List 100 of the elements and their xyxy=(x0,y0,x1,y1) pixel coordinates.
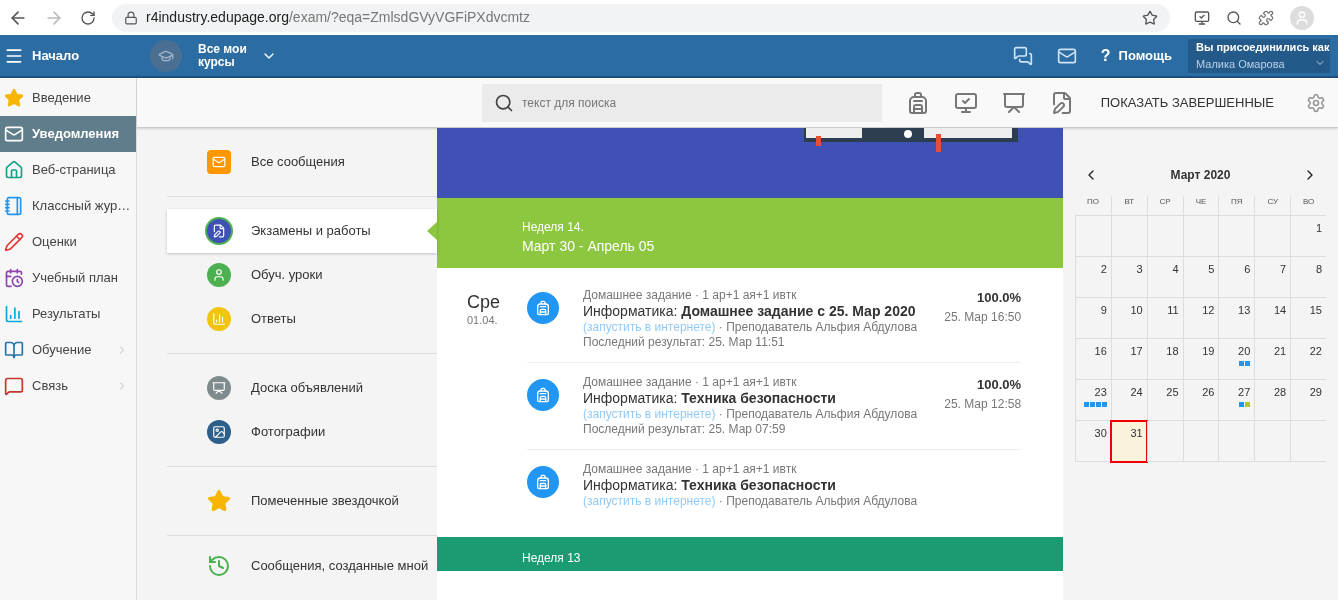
calendar-day[interactable]: 26 xyxy=(1182,380,1219,421)
category-item[interactable]: Экзамены и работы xyxy=(167,209,437,253)
calendar-day[interactable]: 19 xyxy=(1182,339,1219,380)
entry-title[interactable]: Техника безопасности xyxy=(681,390,836,406)
chat-bubbles-icon[interactable] xyxy=(1012,45,1033,66)
calendar-day[interactable]: 8 xyxy=(1290,257,1326,298)
presentation-icon[interactable] xyxy=(1002,90,1026,115)
bar-chart-icon xyxy=(207,307,231,331)
score-text: 100.0% xyxy=(976,289,1022,307)
score-text: 100.0% xyxy=(976,376,1022,394)
bookmark-star-icon[interactable] xyxy=(1142,9,1158,26)
book-icon xyxy=(4,340,24,360)
entry-meta: Домашнее задание · 1 ар+1 ая+1 ивтк xyxy=(583,375,798,390)
calendar-day[interactable]: 21 xyxy=(1254,339,1291,380)
backpack-icon xyxy=(527,466,559,498)
picture-icon xyxy=(207,420,231,444)
reload-icon[interactable] xyxy=(80,9,96,26)
weekday-header: ВТ xyxy=(1110,196,1147,216)
notebook-icon xyxy=(4,196,24,216)
sidebar-item[interactable]: Уведомления xyxy=(0,116,136,152)
calendar-day[interactable]: 3 xyxy=(1110,257,1147,298)
calendar-day[interactable]: 22 xyxy=(1290,339,1326,380)
calendar-day[interactable]: 29 xyxy=(1290,380,1326,421)
settings-icon[interactable] xyxy=(1306,92,1326,113)
calendar-day[interactable]: 27 xyxy=(1218,380,1255,421)
calendar-day[interactable]: 28 xyxy=(1254,380,1291,421)
calendar-day[interactable]: 15 xyxy=(1290,298,1326,339)
calendar-day[interactable]: 18 xyxy=(1146,339,1183,380)
last-result-text: Последний результат: 25. Мар 07:59 xyxy=(583,422,787,437)
entry-title[interactable]: Техника безопасности xyxy=(681,477,836,493)
show-completed-button[interactable]: ПОКАЗАТЬ ЗАВЕРШЕННЫЕ xyxy=(1100,92,1274,113)
calendar-day[interactable]: 12 xyxy=(1182,298,1219,339)
home-button[interactable]: Начало xyxy=(0,45,150,66)
category-item[interactable]: Доска объявлений xyxy=(167,366,437,410)
calendar-day[interactable]: 31 xyxy=(1110,421,1147,462)
calendar-day[interactable]: 6 xyxy=(1218,257,1255,298)
calendar-day[interactable]: 13 xyxy=(1218,298,1255,339)
calendar-day[interactable]: 7 xyxy=(1254,257,1291,298)
last-result-text: Последний результат: 25. Мар 11:51 xyxy=(583,335,786,350)
calendar-day[interactable]: 11 xyxy=(1146,298,1183,339)
calendar-day[interactable]: 10 xyxy=(1110,298,1147,339)
calendar-day[interactable]: 5 xyxy=(1182,257,1219,298)
weekday-header: ВО xyxy=(1290,196,1326,216)
calendar-day[interactable]: 23 xyxy=(1075,380,1111,421)
weekday-header: ЧЕ xyxy=(1182,196,1219,216)
bar-chart-icon xyxy=(4,304,24,324)
envelope-icon xyxy=(207,150,231,174)
extension-icon[interactable] xyxy=(1258,9,1274,26)
calendar-day[interactable]: 1 xyxy=(1290,216,1326,257)
entry-title[interactable]: Домашнее задание с 25. Мар 2020 xyxy=(681,303,916,319)
search-icon[interactable] xyxy=(1226,9,1242,26)
calendar-day[interactable]: 2 xyxy=(1075,257,1111,298)
star-icon xyxy=(207,489,231,513)
teacher-text: · Преподаватель Альфия Абдулова xyxy=(718,494,918,508)
house-icon xyxy=(4,160,24,180)
sidebar-item[interactable]: Связь xyxy=(0,368,136,404)
address-bar[interactable]: r4industry.edupage.org/exam/?eqa=ZmlsdGVyVGFiPXdvcmtz xyxy=(112,3,1170,32)
score-date: 25. Мар 16:50 xyxy=(943,308,1022,326)
pencil-icon xyxy=(4,232,24,252)
graduation-cap-icon xyxy=(150,39,182,72)
sidebar-item[interactable]: Введение xyxy=(0,80,136,116)
week-number: Неделя 14. xyxy=(522,219,585,236)
calendar-day[interactable]: 17 xyxy=(1110,339,1147,380)
star-icon xyxy=(4,88,24,108)
weekday-header: ПО xyxy=(1075,196,1111,216)
backpack-icon[interactable] xyxy=(906,90,930,115)
search-field[interactable]: текст для поиска xyxy=(482,83,882,122)
calendar-cell xyxy=(1146,421,1183,462)
calendar-day[interactable]: 25 xyxy=(1146,380,1183,421)
help-button[interactable]: ? Помощь xyxy=(1100,43,1172,68)
category-item[interactable]: Обуч. уроки xyxy=(167,253,437,297)
weekday-header: ПЯ xyxy=(1218,196,1255,216)
category-item[interactable]: Помеченные звездочкой xyxy=(167,479,437,523)
week-range: Март 30 - Апрель 05 xyxy=(522,237,656,256)
user-caption: Вы присоединились как xyxy=(1196,40,1330,55)
sidebar-item[interactable]: Учебный план xyxy=(0,260,136,296)
history-icon xyxy=(207,554,231,578)
lock-icon xyxy=(124,10,138,25)
calendar-day[interactable]: 14 xyxy=(1254,298,1291,339)
category-item[interactable]: Сообщения, созданные мной xyxy=(167,544,437,588)
user-menu[interactable]: Вы присоединились как Малика Омарова xyxy=(1188,38,1330,73)
category-item[interactable]: Ответы xyxy=(167,297,437,341)
envelope-icon xyxy=(4,124,24,144)
category-item[interactable]: Все сообщения xyxy=(167,140,437,184)
sidebar-item[interactable]: Результаты xyxy=(0,296,136,332)
monitor-check-icon[interactable] xyxy=(954,90,978,115)
entry-meta: Домашнее задание · 1 ар+1 ая+1 ивтк xyxy=(583,288,798,303)
document-pencil-icon[interactable] xyxy=(1050,90,1074,115)
category-item[interactable]: Фотографии xyxy=(167,410,437,454)
sidebar-item[interactable]: Обучение xyxy=(0,332,136,368)
calendar-day[interactable]: 4 xyxy=(1146,257,1183,298)
sidebar-item[interactable]: Веб-страница xyxy=(0,152,136,188)
calendar-day[interactable]: 16 xyxy=(1075,339,1111,380)
courses-dropdown[interactable]: Все мои курсы xyxy=(198,42,277,69)
sidebar-item[interactable]: Оценки xyxy=(0,224,136,260)
calendar-day[interactable]: 20 xyxy=(1218,339,1255,380)
calendar-day[interactable]: 9 xyxy=(1075,298,1111,339)
url-text: r4industry.edupage.org/exam/?eqa=ZmlsdGVyVGFiPXdvcmtz xyxy=(146,8,531,27)
sidebar-item[interactable]: Классный жур… xyxy=(0,188,136,224)
weekday-label: Сре xyxy=(467,292,502,312)
